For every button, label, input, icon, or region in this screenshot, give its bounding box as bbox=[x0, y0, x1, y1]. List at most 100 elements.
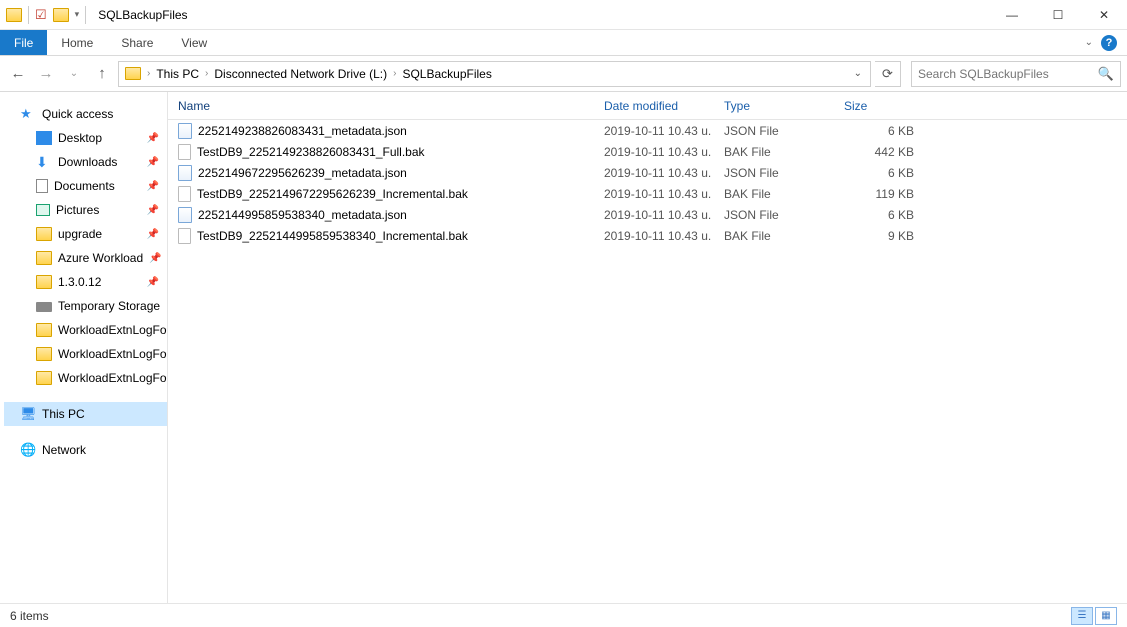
column-header-date[interactable]: Date modified bbox=[594, 99, 714, 113]
title-bar: ☑ ▾ SQLBackupFiles ― ☐ ✕ bbox=[0, 0, 1127, 30]
bak-file-icon bbox=[178, 186, 191, 202]
tab-share[interactable]: Share bbox=[107, 30, 167, 55]
pin-icon: 📌 bbox=[147, 229, 159, 240]
tab-file[interactable]: File bbox=[0, 30, 47, 55]
file-rows: 2252149238826083431_metadata.json 2019-10… bbox=[168, 120, 1127, 246]
address-bar[interactable]: › This PC › Disconnected Network Drive (… bbox=[118, 61, 871, 87]
sidebar-item-pictures[interactable]: Pictures 📌 bbox=[4, 198, 167, 222]
tab-view[interactable]: View bbox=[167, 30, 221, 55]
file-date: 2019-10-11 10.43 u. bbox=[594, 166, 714, 180]
pin-icon: 📌 bbox=[147, 205, 159, 216]
minimize-button[interactable]: ― bbox=[989, 0, 1035, 30]
breadcrumb-item[interactable]: This PC bbox=[152, 67, 203, 81]
file-name: TestDB9_2252144995859538340_Incremental.… bbox=[197, 229, 468, 243]
sidebar-item-workloadextn-3[interactable]: WorkloadExtnLogFo bbox=[4, 366, 167, 390]
window-title: SQLBackupFiles bbox=[98, 8, 187, 22]
ribbon-collapse-icon[interactable]: ⌄ bbox=[1085, 37, 1093, 48]
column-header-name[interactable]: Name bbox=[168, 99, 594, 113]
pin-icon: 📌 bbox=[147, 133, 159, 144]
sidebar-item-downloads[interactable]: ⬇ Downloads 📌 bbox=[4, 150, 167, 174]
quick-access-toolbar: ☑ ▾ bbox=[0, 6, 92, 24]
refresh-button[interactable]: ⟳ bbox=[875, 61, 901, 87]
sidebar-item-network[interactable]: 🌐 Network bbox=[4, 438, 167, 462]
status-bar: 6 items ☰ ▦ bbox=[0, 603, 1127, 627]
file-type: JSON File bbox=[714, 124, 834, 138]
file-name: 2252144995859538340_metadata.json bbox=[198, 208, 407, 222]
pin-icon: 📌 bbox=[149, 253, 161, 264]
table-row[interactable]: 2252144995859538340_metadata.json 2019-10… bbox=[168, 204, 1127, 225]
new-folder-icon[interactable] bbox=[53, 8, 69, 22]
table-row[interactable]: TestDB9_2252149672295626239_Incremental.… bbox=[168, 183, 1127, 204]
sidebar-item-this-pc[interactable]: 🖥 This PC bbox=[4, 402, 167, 426]
sidebar-item-desktop[interactable]: Desktop 📌 bbox=[4, 126, 167, 150]
large-icons-view-button[interactable]: ▦ bbox=[1095, 607, 1117, 625]
folder-icon bbox=[36, 227, 52, 241]
folder-icon bbox=[36, 251, 52, 265]
back-button[interactable]: ← bbox=[6, 62, 30, 86]
sidebar-item-label: WorkloadExtnLogFo bbox=[58, 371, 167, 385]
folder-icon bbox=[36, 371, 52, 385]
table-row[interactable]: 2252149672295626239_metadata.json 2019-10… bbox=[168, 162, 1127, 183]
navigation-pane: ★ Quick access Desktop 📌 ⬇ Downloads 📌 D… bbox=[0, 92, 168, 603]
sidebar-item-temporary-storage[interactable]: Temporary Storage bbox=[4, 294, 167, 318]
search-icon[interactable]: 🔍 bbox=[1098, 66, 1114, 82]
sidebar-item-upgrade[interactable]: upgrade 📌 bbox=[4, 222, 167, 246]
properties-icon[interactable]: ☑ bbox=[35, 7, 47, 23]
sidebar-item-documents[interactable]: Documents 📌 bbox=[4, 174, 167, 198]
column-header-type[interactable]: Type bbox=[714, 99, 834, 113]
pin-icon: 📌 bbox=[147, 157, 159, 168]
address-dropdown-icon[interactable]: ⌄ bbox=[848, 68, 868, 79]
file-name: TestDB9_2252149238826083431_Full.bak bbox=[197, 145, 425, 159]
breadcrumb-item[interactable]: Disconnected Network Drive (L:) bbox=[210, 67, 391, 81]
sidebar-item-version[interactable]: 1.3.0.12 📌 bbox=[4, 270, 167, 294]
file-name: 2252149672295626239_metadata.json bbox=[198, 166, 407, 180]
maximize-button[interactable]: ☐ bbox=[1035, 0, 1081, 30]
file-type: BAK File bbox=[714, 187, 834, 201]
breadcrumb-item[interactable]: SQLBackupFiles bbox=[398, 67, 495, 81]
file-name: 2252149238826083431_metadata.json bbox=[198, 124, 407, 138]
sidebar-item-label: Documents bbox=[54, 179, 115, 193]
folder-icon bbox=[36, 275, 52, 289]
chevron-right-icon[interactable]: › bbox=[391, 68, 398, 79]
table-row[interactable]: 2252149238826083431_metadata.json 2019-10… bbox=[168, 120, 1127, 141]
pin-icon: 📌 bbox=[147, 181, 159, 192]
tab-home[interactable]: Home bbox=[47, 30, 107, 55]
help-icon[interactable]: ? bbox=[1101, 35, 1117, 51]
close-button[interactable]: ✕ bbox=[1081, 0, 1127, 30]
chevron-right-icon[interactable]: › bbox=[145, 68, 152, 79]
file-date: 2019-10-11 10.43 u. bbox=[594, 124, 714, 138]
table-row[interactable]: TestDB9_2252144995859538340_Incremental.… bbox=[168, 225, 1127, 246]
up-button[interactable]: ↑ bbox=[90, 62, 114, 86]
pictures-icon bbox=[36, 204, 50, 216]
search-box[interactable]: 🔍 bbox=[911, 61, 1121, 87]
file-list-pane: Name Date modified Type Size 22521492388… bbox=[168, 92, 1127, 603]
sidebar-item-label: Temporary Storage bbox=[58, 299, 160, 313]
network-icon: 🌐 bbox=[20, 443, 36, 457]
recent-locations-icon[interactable]: ⌄ bbox=[62, 62, 86, 86]
folder-icon bbox=[125, 67, 141, 80]
file-size: 6 KB bbox=[834, 166, 924, 180]
file-date: 2019-10-11 10.43 u. bbox=[594, 208, 714, 222]
forward-button[interactable]: → bbox=[34, 62, 58, 86]
sidebar-item-label: Network bbox=[42, 443, 86, 457]
file-size: 119 KB bbox=[834, 187, 924, 201]
sidebar-item-azure-workload[interactable]: Azure Workload 📌 bbox=[4, 246, 167, 270]
table-row[interactable]: TestDB9_2252149238826083431_Full.bak2019… bbox=[168, 141, 1127, 162]
ribbon: File Home Share View ⌄ ? bbox=[0, 30, 1127, 56]
address-bar-row: ← → ⌄ ↑ › This PC › Disconnected Network… bbox=[0, 56, 1127, 92]
json-file-icon bbox=[178, 123, 192, 139]
sidebar-item-label: This PC bbox=[42, 407, 85, 421]
qat-dropdown-icon[interactable]: ▾ bbox=[75, 9, 80, 20]
sidebar-item-quick-access[interactable]: ★ Quick access bbox=[4, 102, 167, 126]
sidebar-item-workloadextn-2[interactable]: WorkloadExtnLogFo bbox=[4, 342, 167, 366]
file-type: JSON File bbox=[714, 208, 834, 222]
pc-icon: 🖥 bbox=[20, 407, 36, 421]
chevron-right-icon[interactable]: › bbox=[203, 68, 210, 79]
file-date: 2019-10-11 10.43 u. bbox=[594, 187, 714, 201]
sidebar-item-label: Pictures bbox=[56, 203, 99, 217]
folder-icon bbox=[36, 347, 52, 361]
column-header-size[interactable]: Size bbox=[834, 99, 924, 113]
sidebar-item-workloadextn-1[interactable]: WorkloadExtnLogFo bbox=[4, 318, 167, 342]
search-input[interactable] bbox=[918, 67, 1098, 81]
details-view-button[interactable]: ☰ bbox=[1071, 607, 1093, 625]
